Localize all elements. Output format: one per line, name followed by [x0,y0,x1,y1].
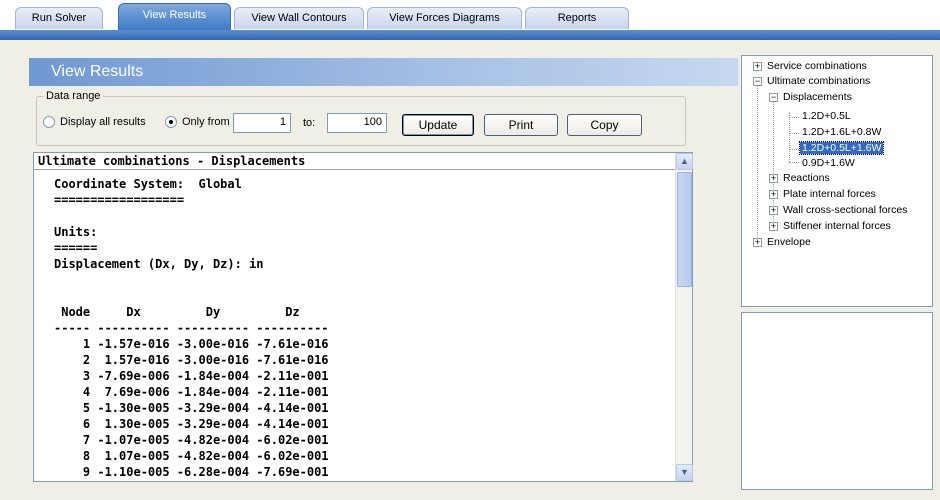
radio-circle-icon [43,116,55,128]
tab-reports[interactable]: Reports [525,7,629,29]
result-line: 6 1.30e-005 -3.29e-004 -4.14e-001 [54,417,329,431]
details-panel [741,312,933,490]
scroll-up-icon[interactable]: ▲ [676,153,693,170]
tree-item-envelope[interactable]: Envelope [765,236,813,248]
tree-item-plate-internal-forces[interactable]: Plate internal forces [781,188,878,200]
scroll-down-icon[interactable]: ▼ [676,464,693,481]
data-range-group: Data range Display all results Only from… [36,90,686,146]
tree-item-combo[interactable]: 1.2D+1.6L+0.8W [800,126,883,138]
display-all-radio[interactable]: Display all results [43,116,146,128]
app-window: Run Solver View Results View Wall Contou… [0,0,940,500]
tree-item-stiffener-forces[interactable]: Stiffener internal forces [781,220,893,232]
result-line: 2 1.57e-016 -3.00e-016 -7.61e-016 [54,353,329,367]
radio-selected-icon [165,116,177,128]
tree-connector [789,162,799,163]
tree-connector [757,81,758,239]
result-line: ================== [54,193,185,207]
result-line: ====== [54,241,98,255]
result-line: ----- ---------- ---------- ---------- [54,321,329,335]
tab-view-results[interactable]: View Results [118,3,231,31]
collapse-minus-icon[interactable]: − [769,93,778,102]
update-button[interactable]: Update [402,114,474,136]
result-line: 8 1.07e-005 -4.82e-004 -6.02e-001 [54,449,329,463]
tree-connector [789,133,799,134]
copy-button[interactable]: Copy [567,114,642,136]
results-textbox[interactable]: Ultimate combinations - Displacements Co… [33,152,693,482]
collapse-minus-icon[interactable]: − [753,77,762,86]
result-line: 9 -1.10e-005 -6.28e-004 -7.69e-001 [54,465,329,479]
results-body: Coordinate System: Global ===============… [34,171,675,481]
results-scrollbar[interactable]: ▲ ▼ [675,153,693,481]
result-line: Displacement (Dx, Dy, Dz): in [54,257,264,271]
result-line: 3 -7.69e-006 -1.84e-004 -2.11e-001 [54,369,329,383]
data-range-legend: Data range [43,90,104,102]
print-button[interactable]: Print [484,114,558,136]
expand-plus-icon[interactable]: + [769,222,778,231]
tree-connector [789,149,799,150]
tree-item-combo-selected[interactable]: 1.2D+0.5L+1.6W [798,141,885,155]
expand-plus-icon[interactable]: + [769,190,778,199]
display-all-label: Display all results [60,116,146,128]
only-from-radio[interactable]: Only from [165,116,230,128]
result-line: 4 7.69e-006 -1.84e-004 -2.11e-001 [54,385,329,399]
tab-view-forces-diagrams[interactable]: View Forces Diagrams [367,7,522,29]
result-line: Units: [54,225,98,239]
expand-plus-icon[interactable]: + [753,238,762,247]
tree-item-combo[interactable]: 1.2D+0.5L [800,110,853,122]
tree-item-combo[interactable]: 0.9D+1.6W [800,157,857,169]
tree-connector [789,117,799,118]
expand-plus-icon[interactable]: + [769,206,778,215]
expand-plus-icon[interactable]: + [753,62,762,71]
tree-item-ultimate-combinations[interactable]: Ultimate combinations [765,75,872,87]
to-input[interactable]: 100 [327,113,387,133]
only-from-label: Only from [182,116,230,128]
result-line: 5 -1.30e-005 -3.29e-004 -4.14e-001 [54,401,329,415]
results-tree: + Service combinations − Ultimate combin… [741,55,933,307]
result-line: Coordinate System: Global [54,177,242,191]
panel-header: View Results [29,58,738,86]
view-results-panel: View Results Data range Display all resu… [29,58,738,490]
expand-plus-icon[interactable]: + [769,174,778,183]
result-line: 7 -1.07e-005 -4.82e-004 -6.02e-001 [54,433,329,447]
to-label: to: [303,117,316,129]
tab-view-wall-contours[interactable]: View Wall Contours [234,7,364,29]
result-line: Node Dx Dy Dz [54,305,300,319]
result-line: 1 -1.57e-016 -3.00e-016 -7.61e-016 [54,337,329,351]
tree-item-service-combinations[interactable]: Service combinations [765,60,869,72]
tree-item-reactions[interactable]: Reactions [781,172,832,184]
tree-item-displacements[interactable]: Displacements [781,91,854,103]
tab-underline-bar [0,30,940,40]
tab-strip: Run Solver View Results View Wall Contou… [0,0,940,31]
results-header: Ultimate combinations - Displacements [34,153,675,170]
tree-item-wall-forces[interactable]: Wall cross-sectional forces [781,204,909,216]
tree-connector [789,112,790,162]
scroll-thumb[interactable] [677,172,692,287]
from-input[interactable]: 1 [233,113,291,133]
tab-run-solver[interactable]: Run Solver [15,7,103,29]
panel-title: View Results [51,63,144,80]
